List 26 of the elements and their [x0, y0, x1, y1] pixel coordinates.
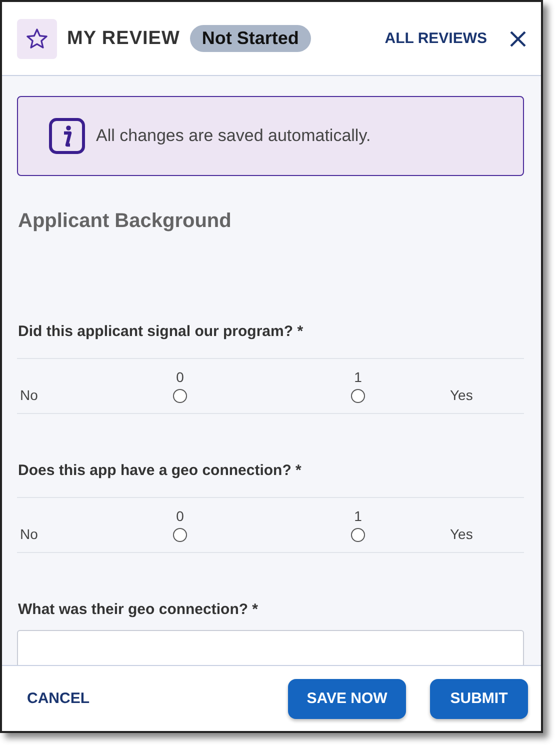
status-badge: Not Started: [190, 25, 311, 52]
section-title: Applicant Background: [18, 210, 232, 233]
info-icon: [49, 118, 85, 154]
submit-button[interactable]: SUBMIT: [430, 678, 528, 718]
save-now-button[interactable]: SAVE NOW: [288, 678, 406, 718]
option-label: 0: [176, 508, 184, 524]
question-label: What was their geo connection? *: [18, 601, 260, 618]
question-label: Did this applicant signal our program? *: [18, 323, 304, 340]
panel-title: MY REVIEW: [67, 28, 180, 50]
radio-button[interactable]: [173, 389, 187, 403]
all-reviews-link[interactable]: ALL REVIEWS: [384, 30, 487, 47]
close-icon[interactable]: [509, 30, 527, 48]
scale-high-label: Yes: [449, 387, 474, 403]
option-label: 1: [354, 369, 362, 385]
scale-low-label: No: [19, 526, 39, 542]
info-text: All changes are saved automatically.: [96, 126, 371, 146]
scale-low-label: No: [19, 387, 39, 403]
radio-button[interactable]: [351, 528, 365, 542]
radio-button[interactable]: [173, 528, 187, 542]
cancel-button[interactable]: CANCEL: [27, 690, 90, 707]
question-label: Does this app have a geo connection? *: [18, 462, 302, 479]
radio-button[interactable]: [351, 389, 365, 403]
input-field[interactable]: [17, 630, 524, 665]
option-label: 1: [354, 508, 362, 524]
scale-high-label: Yes: [449, 526, 474, 542]
option-label: 0: [176, 369, 184, 385]
